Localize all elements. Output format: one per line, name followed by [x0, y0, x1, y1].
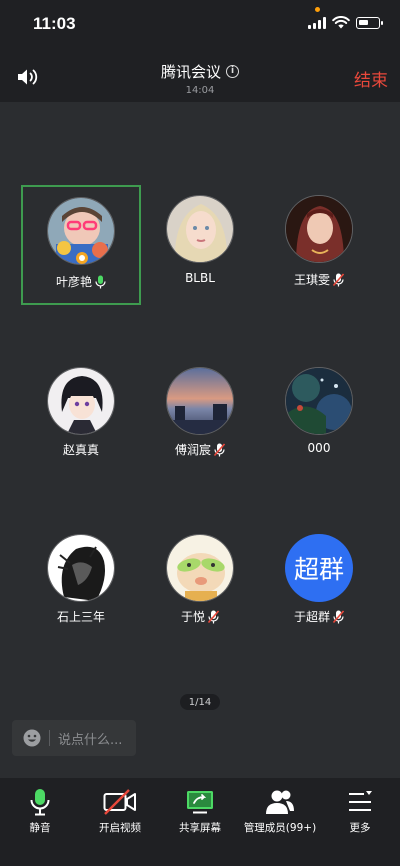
manage-members-button[interactable]: 管理成员(99+)	[240, 788, 320, 835]
avatar: 超群	[285, 534, 353, 602]
participant-name-row: 000	[259, 441, 379, 455]
meeting-header: 腾讯会议 i 14:04 结束	[0, 50, 400, 102]
more-label: 更多	[349, 822, 371, 834]
participant-name: 王琪雯	[293, 273, 330, 287]
manage-members-label: 管理成员(99+)	[243, 822, 317, 834]
participant-name: 于超群	[293, 610, 330, 624]
start-video-label: 开启视频	[99, 822, 141, 834]
avatar	[166, 534, 234, 602]
mute-button[interactable]: 静音	[0, 788, 80, 835]
meeting-title[interactable]: 腾讯会议 i	[161, 61, 239, 82]
participant-name-row: 傅润宸	[140, 441, 260, 458]
participant-name-row: 赵真真	[21, 441, 141, 458]
chat-placeholder: 说点什么...	[58, 732, 123, 748]
meeting-title-text: 腾讯会议	[160, 63, 221, 81]
members-icon	[266, 790, 294, 814]
participant-name-row: BLBL	[140, 271, 260, 285]
start-video-button[interactable]: 开启视频	[80, 788, 160, 835]
info-icon[interactable]: i	[226, 65, 239, 78]
participant-name: 赵真真	[62, 443, 99, 457]
camera-off-icon	[103, 789, 136, 815]
avatar	[166, 367, 234, 435]
participant-tile[interactable]: 王琪雯	[259, 185, 379, 305]
avatar	[166, 195, 234, 263]
status-time: 11:03	[33, 14, 76, 33]
participant-tile[interactable]: 于悦	[140, 522, 260, 642]
privacy-indicator-dot	[315, 7, 320, 12]
microphone-active-icon	[95, 275, 106, 288]
participant-tile[interactable]: 石上三年	[21, 522, 141, 642]
bottom-toolbar: 静音 开启视频 共享屏幕 管理成员(99+) 更多	[0, 778, 400, 866]
microphone-icon	[30, 789, 50, 816]
participant-tile[interactable]: 000	[259, 355, 379, 475]
participant-name: 叶彦艳	[55, 275, 92, 289]
avatar	[47, 367, 115, 435]
participant-name: 石上三年	[56, 610, 105, 624]
chat-input[interactable]: 说点什么...	[12, 720, 136, 756]
microphone-muted-icon	[208, 609, 219, 623]
participant-name-row: 石上三年	[21, 608, 141, 625]
page-indicator[interactable]: 1/14	[180, 694, 220, 710]
participant-name: 于悦	[180, 610, 205, 624]
avatar	[285, 195, 353, 263]
meeting-title-block: 腾讯会议 i 14:04	[0, 61, 400, 96]
status-icons	[308, 16, 383, 29]
avatar	[47, 197, 115, 265]
more-menu-icon	[349, 791, 372, 811]
microphone-muted-icon	[214, 442, 225, 456]
participant-tile[interactable]: 傅润宸	[140, 355, 260, 475]
participant-name-row: 王琪雯	[259, 271, 379, 288]
participant-tile[interactable]: 赵真真	[21, 355, 141, 475]
participant-name: 傅润宸	[174, 443, 211, 457]
wifi-icon	[332, 16, 350, 29]
participant-name-row: 于超群	[259, 608, 379, 625]
share-screen-button[interactable]: 共享屏幕	[160, 788, 240, 835]
participant-tile[interactable]: 叶彦艳	[21, 185, 141, 305]
chat-divider	[49, 730, 50, 746]
participant-name: 000	[307, 441, 331, 455]
microphone-muted-icon	[333, 609, 344, 623]
meeting-duration: 14:04	[185, 85, 215, 96]
share-screen-label: 共享屏幕	[179, 822, 221, 834]
mute-label: 静音	[29, 822, 51, 834]
participant-tile[interactable]: 超群 于超群	[259, 522, 379, 642]
avatar-text: 超群	[285, 534, 353, 602]
emoji-icon[interactable]	[23, 729, 41, 747]
participant-name-row: 叶彦艳	[23, 273, 139, 290]
microphone-muted-icon	[333, 272, 344, 286]
participant-name: BLBL	[185, 271, 215, 285]
avatar	[285, 367, 353, 435]
signal-icon	[308, 16, 326, 29]
participant-name-row: 于悦	[140, 608, 260, 625]
share-screen-icon	[187, 791, 213, 814]
participant-tile[interactable]: BLBL	[140, 185, 260, 305]
battery-icon	[356, 16, 383, 29]
avatar	[47, 534, 115, 602]
end-meeting-button[interactable]: 结束	[354, 66, 388, 91]
more-button[interactable]: 更多	[320, 788, 400, 835]
status-bar: 11:03	[0, 0, 400, 50]
